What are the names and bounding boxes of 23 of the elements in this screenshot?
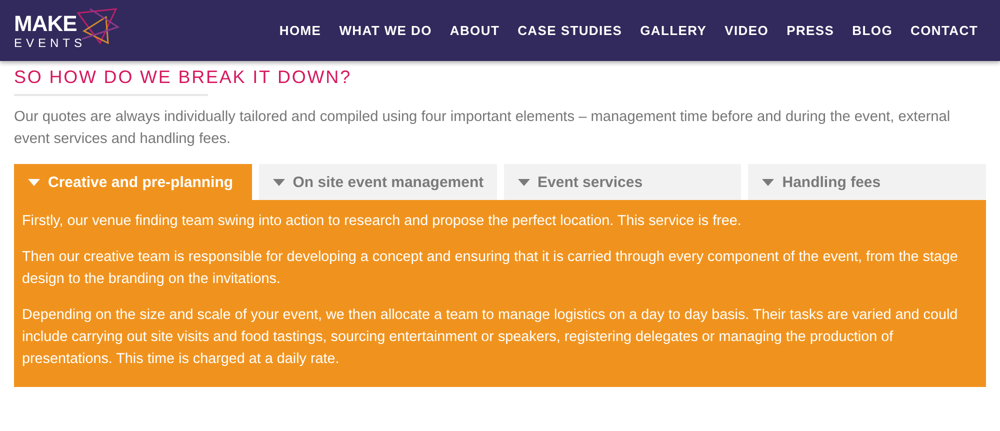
caret-icon	[762, 178, 774, 186]
caret-icon	[518, 178, 530, 186]
nav-link[interactable]: GALLERY	[640, 23, 707, 38]
panel-paragraph: Firstly, our venue finding team swing into action to research and propose the perfect location. This service is free.	[22, 212, 742, 231]
panel-paragraph: Depending on the size and scale of your event, we then allocate a team to manage logistics on a day to day basis. Their tasks are varied and could include carrying out site visits and food tastings, sourcing entertainment or speakers, registering delegates or managing the production of presentations. This time is charged at a daily rate.	[22, 306, 959, 369]
nav-link[interactable]: CASE STUDIES	[518, 23, 622, 38]
panel-paragraph: Then our creative team is responsible for developing a concept and ensuring that it is carried through every component of the event, from the stage design to the branding on the invitations.	[22, 248, 959, 289]
tab[interactable]: Handling fees	[748, 164, 986, 200]
nav-link[interactable]: CONTACT	[910, 23, 978, 38]
nav-link[interactable]: HOME	[279, 23, 322, 38]
nav-link[interactable]: PRESS	[786, 23, 834, 38]
nav-link[interactable]: ABOUT	[450, 23, 500, 38]
tab[interactable]: On site event management	[258, 164, 496, 200]
nav-link[interactable]: WHAT WE DO	[339, 23, 432, 38]
nav-link[interactable]: BLOG	[852, 23, 893, 38]
logo-subtext[interactable]: EVENTS	[14, 36, 86, 48]
intro-paragraph: Our quotes are always individually tailored and compiled using four important elements – management time before and during the event, external event services and handling fees.	[14, 108, 952, 149]
caret-icon	[28, 178, 40, 186]
tab[interactable]: Event services	[504, 164, 742, 200]
logo-text[interactable]: MAKE	[14, 12, 86, 34]
section-heading: SO HOW DO WE BREAK IT DOWN?	[14, 67, 352, 88]
nav-link[interactable]: VIDEO	[724, 23, 769, 38]
caret-icon	[272, 178, 285, 186]
